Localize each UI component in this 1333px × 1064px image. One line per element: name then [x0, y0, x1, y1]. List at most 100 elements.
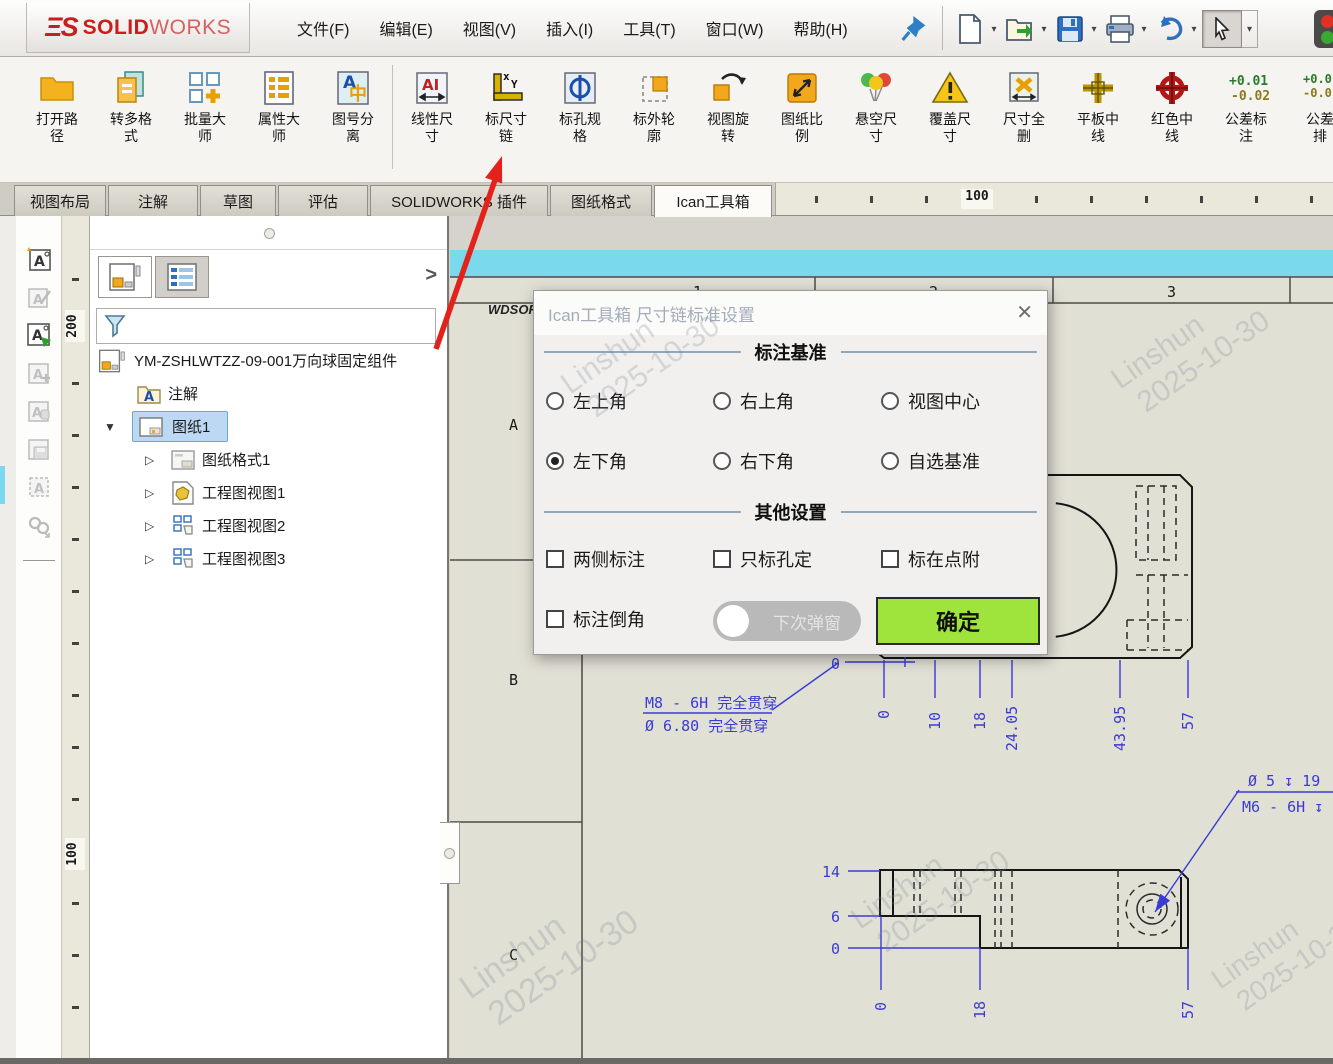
ribbon-flat-centerline-button[interactable]: 平板中 线 — [1061, 65, 1135, 145]
undo-icon[interactable] — [1152, 10, 1188, 48]
chevron-down-icon[interactable]: ▾ — [988, 24, 1000, 35]
chevron-down-icon[interactable]: ▾ — [1138, 24, 1150, 35]
checkbox-holes-only[interactable]: 只标孔定 — [713, 546, 812, 572]
ribbon-property-master-button[interactable]: 属性大 师 — [242, 65, 316, 145]
property-tab[interactable] — [155, 256, 209, 298]
panel-splitter-handle[interactable] — [440, 822, 460, 884]
new-document-icon[interactable] — [952, 10, 988, 48]
ordinate-dim[interactable]: 10 — [926, 712, 944, 730]
ordinate-datum-dim[interactable]: 0 — [831, 655, 840, 673]
note-edit-icon[interactable]: A — [24, 282, 54, 312]
checkbox-icon[interactable] — [713, 550, 731, 568]
checkbox-icon[interactable] — [546, 550, 564, 568]
select-tool-button[interactable] — [1202, 10, 1242, 48]
ribbon-rotate-view-button[interactable]: 视图旋 转 — [691, 65, 765, 145]
ordinate-dim[interactable]: 57 — [1179, 712, 1197, 730]
radio-icon[interactable] — [546, 392, 564, 410]
ordinate-dim[interactable]: 57 — [1179, 1001, 1197, 1019]
menu-insert[interactable]: 插入(I) — [531, 10, 608, 46]
tree-item-view3[interactable]: ▷ 工程图视图3 — [90, 542, 447, 575]
ordinate-dim[interactable]: 43.95 — [1111, 706, 1129, 751]
ordinate-dim[interactable]: 0 — [875, 710, 893, 719]
radio-top-left[interactable]: 左上角 — [546, 388, 627, 414]
ribbon-outline-dim-button[interactable]: 标外轮 廓 — [617, 65, 691, 145]
ribbon-override-dim-button[interactable]: 覆盖尺 寸 — [913, 65, 987, 145]
ordinate-dim[interactable]: 14 — [822, 863, 840, 881]
chevron-down-icon[interactable]: ▾ — [1088, 24, 1100, 35]
expand-arrow-icon[interactable]: ▼ — [104, 420, 116, 434]
ordinate-dim[interactable]: 0 — [872, 1002, 890, 1011]
radio-icon[interactable] — [881, 452, 899, 470]
feature-tree-tab[interactable] — [98, 256, 152, 298]
tab-annotation[interactable]: 注解 — [108, 185, 198, 216]
chevron-down-icon[interactable]: ▾ — [1038, 24, 1050, 35]
radio-icon[interactable] — [713, 452, 731, 470]
hole-callout-line2[interactable]: M6 - 6H ↧ 1 — [1242, 798, 1333, 816]
ribbon-delete-all-dims-button[interactable]: 尺寸全 删 — [987, 65, 1061, 145]
expand-arrow-icon[interactable]: ▷ — [145, 453, 154, 467]
pin-menu-icon[interactable] — [900, 12, 932, 44]
panel-splitter[interactable] — [90, 216, 447, 250]
hole-callout-line1[interactable]: M8 - 6H 完全贯穿 — [645, 694, 777, 712]
ordinate-dim[interactable]: 18 — [971, 712, 989, 730]
checkbox-chamfer[interactable]: 标注倒角 — [546, 606, 645, 632]
ordinate-dim[interactable]: 6 — [831, 908, 840, 926]
ribbon-tolerance-button[interactable]: +0.01-0.02 公差标 注 — [1209, 65, 1283, 145]
note-export-icon[interactable]: A — [24, 320, 54, 350]
ok-button[interactable]: 确定 — [876, 597, 1040, 645]
radio-top-right[interactable]: 右上角 — [713, 388, 794, 414]
radio-bottom-left[interactable]: 左下角 — [546, 448, 627, 474]
select-tool-dropdown[interactable]: ▾ — [1242, 10, 1258, 48]
status-light-icon[interactable] — [1314, 10, 1333, 48]
radio-icon[interactable] — [713, 392, 731, 410]
ribbon-batch-master-button[interactable]: 批量大 师 — [168, 65, 242, 145]
tree-item-sheet-format1[interactable]: ▷ 图纸格式1 — [90, 443, 447, 476]
chevron-down-icon[interactable]: ▾ — [1188, 24, 1200, 35]
tree-item-sheet1[interactable]: ▼ 图纸1 — [90, 410, 447, 443]
ordinate-dim[interactable]: 24.05 — [1003, 706, 1021, 751]
print-icon[interactable] — [1102, 10, 1138, 48]
radio-custom-datum[interactable]: 自选基准 — [881, 448, 980, 474]
note-lock-icon[interactable]: A — [24, 396, 54, 426]
ribbon-linear-dim-button[interactable]: AI 线性尺 寸 — [395, 65, 469, 145]
ribbon-sheet-scale-button[interactable]: 图纸比 例 — [765, 65, 839, 145]
close-icon[interactable]: ✕ — [1016, 303, 1033, 323]
radio-view-center[interactable]: 视图中心 — [881, 388, 980, 414]
note-new-icon[interactable]: A — [24, 244, 54, 274]
hole-callout-line1[interactable]: Ø 5 ↧ 19 — [1248, 772, 1320, 790]
expand-arrow-icon[interactable]: ▷ — [145, 519, 154, 533]
tab-sheet-format[interactable]: 图纸格式 — [550, 185, 652, 216]
menu-edit[interactable]: 编辑(E) — [364, 10, 447, 46]
note-add-icon[interactable]: A — [24, 358, 54, 388]
next-popup-toggle[interactable]: 下次弹窗 — [713, 601, 861, 641]
tree-root-row[interactable]: YM-ZSHLWTZZ-09-001万向球固定组件 — [90, 344, 447, 377]
radio-selected-icon[interactable] — [546, 452, 564, 470]
ribbon-tolerance2-button[interactable]: +0.0-0.0 公差 排 — [1283, 65, 1333, 145]
ribbon-open-path-button[interactable]: 打开路 径 — [20, 65, 94, 145]
ribbon-drawing-number-split-button[interactable]: A中 图号分 离 — [316, 65, 390, 145]
tab-view-layout[interactable]: 视图布局 — [14, 185, 106, 216]
tab-evaluate[interactable]: 评估 — [278, 185, 368, 216]
checkbox-icon[interactable] — [881, 550, 899, 568]
panel-expand-chevron-icon[interactable]: > — [425, 264, 437, 287]
save-icon[interactable] — [1052, 10, 1088, 48]
ribbon-red-centerline-button[interactable]: 红色中 线 — [1135, 65, 1209, 145]
note-pattern-icon[interactable]: A — [24, 472, 54, 502]
expand-arrow-icon[interactable]: ▷ — [145, 486, 154, 500]
menu-tools[interactable]: 工具(T) — [608, 10, 690, 46]
tab-solidworks-addins[interactable]: SOLIDWORKS 插件 — [370, 185, 548, 216]
hole-callout-line2[interactable]: Ø 6.80 完全贯穿 — [645, 717, 768, 735]
tree-filter-input[interactable] — [96, 308, 436, 344]
checkbox-both-sides[interactable]: 两侧标注 — [546, 546, 645, 572]
open-document-icon[interactable] — [1002, 10, 1038, 48]
note-save-icon[interactable] — [24, 434, 54, 464]
tab-ican-toolbox[interactable]: Ican工具箱 — [654, 185, 772, 217]
tab-sketch[interactable]: 草图 — [200, 185, 276, 216]
ribbon-dim-chain-button[interactable]: xY 标尺寸 链 — [469, 65, 543, 145]
menu-window[interactable]: 窗口(W) — [691, 10, 779, 46]
ordinate-dim[interactable]: 18 — [971, 1001, 989, 1019]
radio-icon[interactable] — [881, 392, 899, 410]
tree-item-view1[interactable]: ▷ 工程图视图1 — [90, 476, 447, 509]
radio-bottom-right[interactable]: 右下角 — [713, 448, 794, 474]
ordinate-dim[interactable]: 0 — [831, 940, 840, 958]
